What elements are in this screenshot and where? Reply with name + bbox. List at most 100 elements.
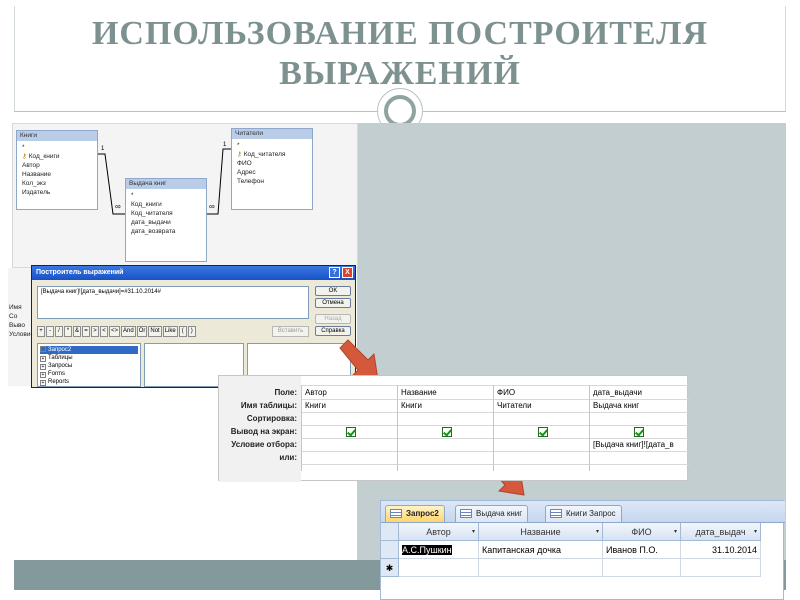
table-cell[interactable]: А.С.Пушкин bbox=[399, 541, 479, 559]
tree-item[interactable]: + Таблицы bbox=[40, 354, 138, 362]
field-item: Автор bbox=[22, 162, 40, 169]
field-item: Издатель bbox=[22, 189, 51, 196]
operator-button[interactable]: Like bbox=[162, 326, 178, 337]
field-cell[interactable]: дата_выдачи bbox=[593, 388, 688, 397]
table-books[interactable]: Книги * ⚷ Код_книги Автор Название Кол_эк… bbox=[16, 130, 98, 210]
sidebar-label: Со bbox=[9, 313, 18, 320]
field-cell[interactable]: Название bbox=[401, 388, 493, 397]
dropdown-icon[interactable]: ▾ bbox=[754, 523, 757, 541]
operator-button[interactable]: Or bbox=[136, 326, 148, 337]
query-design-grid: Поле: Имя таблицы: Сортировка: Вывод на … bbox=[218, 375, 689, 482]
operator-button[interactable]: + bbox=[37, 326, 45, 337]
table-cell[interactable] bbox=[603, 559, 681, 577]
table-cell[interactable]: Выдача книг bbox=[593, 401, 688, 410]
cancel-button[interactable]: Отмена bbox=[315, 298, 351, 308]
tab-books-query[interactable]: Книги Запрос bbox=[545, 505, 622, 522]
operator-button[interactable]: / bbox=[55, 326, 63, 337]
row-label-or: или: bbox=[279, 453, 297, 462]
dropdown-icon[interactable]: ▾ bbox=[674, 523, 677, 541]
field-cell[interactable]: Автор bbox=[305, 388, 397, 397]
expand-icon: + bbox=[40, 380, 46, 386]
operator-buttons: + - / * & = > < <> And Or Not Like ( ) bbox=[37, 326, 196, 337]
table-cell[interactable] bbox=[479, 559, 603, 577]
field-item: дата_выдачи bbox=[131, 219, 171, 226]
insert-button[interactable]: Вставить bbox=[272, 326, 309, 337]
select-all-corner[interactable] bbox=[381, 523, 399, 541]
field-item: Код_книги bbox=[131, 201, 162, 208]
query-column[interactable]: ФИО Читатели bbox=[493, 385, 589, 471]
relationships-diagram: 1 ∞ ∞ 1 Книги * ⚷ Код_книги Автор Названи… bbox=[12, 123, 358, 268]
tree-item[interactable]: Запрос2 bbox=[40, 346, 138, 354]
table-icon bbox=[460, 509, 472, 518]
criteria-cell[interactable]: [Выдача книг]![дата_в bbox=[593, 440, 688, 449]
folder-icon bbox=[40, 346, 46, 352]
dialog-title: Построитель выражений bbox=[36, 269, 124, 276]
row-labels: Поле: Имя таблицы: Сортировка: Вывод на … bbox=[219, 376, 301, 482]
row-label-field: Поле: bbox=[274, 388, 297, 397]
table-cell[interactable] bbox=[399, 559, 479, 577]
tab-issue[interactable]: Выдача книг bbox=[455, 505, 529, 522]
table-cell[interactable]: 31.10.2014 bbox=[681, 541, 761, 559]
dropdown-icon[interactable]: ▾ bbox=[472, 523, 475, 541]
help-button[interactable]: Справка bbox=[315, 326, 351, 336]
tree-item[interactable]: + Reports bbox=[40, 378, 138, 386]
title-rule-right bbox=[416, 111, 786, 112]
row-label-table: Имя таблицы: bbox=[240, 401, 297, 410]
new-record-icon[interactable]: ✱ bbox=[381, 559, 399, 577]
table-issue[interactable]: Выдача книг * Код_книги Код_читателя дат… bbox=[125, 178, 207, 262]
table-cell[interactable]: Иванов П.О. bbox=[603, 541, 681, 559]
field-item: * bbox=[131, 192, 134, 199]
operator-button[interactable]: <> bbox=[109, 326, 121, 337]
document-tabs: Запрос2 Выдача книг Книги Запрос bbox=[381, 501, 785, 523]
operator-button[interactable]: = bbox=[82, 326, 91, 337]
one-label-left: 1 bbox=[101, 146, 105, 152]
undo-button[interactable]: Назад bbox=[315, 314, 351, 324]
ok-button[interactable]: OK bbox=[315, 286, 351, 296]
table-cell[interactable]: Книги bbox=[401, 401, 493, 410]
table-cell[interactable]: Книги bbox=[305, 401, 397, 410]
query-column[interactable]: Название Книги bbox=[397, 385, 493, 471]
help-icon[interactable]: ? bbox=[329, 267, 340, 278]
table-cell[interactable] bbox=[681, 559, 761, 577]
field-item: Адрес bbox=[237, 169, 256, 176]
column-header[interactable]: дата_выдач ▾ bbox=[681, 523, 761, 541]
many-label-left: ∞ bbox=[115, 202, 121, 211]
table-issue-title: Выдача книг bbox=[126, 179, 206, 189]
title-rule-left bbox=[14, 111, 384, 112]
column-header[interactable]: Название ▾ bbox=[479, 523, 603, 541]
sidebar-label: Имя bbox=[9, 304, 22, 311]
operator-button[interactable]: ( bbox=[178, 326, 187, 337]
tree-item[interactable]: + Запросы bbox=[40, 362, 138, 370]
operator-button[interactable]: And bbox=[121, 326, 136, 337]
show-checkbox[interactable] bbox=[346, 427, 356, 437]
query-column[interactable]: дата_выдачи Выдача книг [Выдача книг]![д… bbox=[589, 385, 688, 471]
row-selector[interactable] bbox=[381, 541, 399, 559]
table-cell[interactable]: Читатели bbox=[497, 401, 589, 410]
field-item: * bbox=[237, 142, 240, 149]
column-header[interactable]: Автор ▾ bbox=[399, 523, 479, 541]
query-column[interactable]: Автор Книги bbox=[301, 385, 397, 471]
show-checkbox[interactable] bbox=[538, 427, 548, 437]
table-cell[interactable]: Капитанская дочка bbox=[479, 541, 603, 559]
field-cell[interactable]: ФИО bbox=[497, 388, 589, 397]
operator-button[interactable]: > bbox=[91, 326, 100, 337]
dropdown-icon[interactable]: ▾ bbox=[596, 523, 599, 541]
tree-item[interactable]: + Forms bbox=[40, 370, 138, 378]
operator-button[interactable]: ) bbox=[187, 326, 196, 337]
field-item: Кол_экз bbox=[22, 180, 46, 187]
show-checkbox[interactable] bbox=[442, 427, 452, 437]
operator-button[interactable]: & bbox=[73, 326, 82, 337]
tab-query2[interactable]: Запрос2 bbox=[385, 505, 445, 522]
expression-input[interactable]: [Выдача книг]![дата_выдачи]=#31.10.2014# bbox=[37, 286, 309, 319]
table-readers[interactable]: Читатели * ⚷ Код_читателя ФИО Адрес Телеф… bbox=[231, 128, 313, 210]
field-item-key: ⚷ Код_читателя bbox=[237, 151, 286, 158]
column-header[interactable]: ФИО ▾ bbox=[603, 523, 681, 541]
operator-button[interactable]: - bbox=[46, 326, 54, 337]
show-checkbox[interactable] bbox=[634, 427, 644, 437]
dialog-titlebar[interactable]: Построитель выражений ? X bbox=[32, 266, 355, 280]
field-item: Телефон bbox=[237, 178, 264, 185]
operator-button[interactable]: < bbox=[100, 326, 109, 337]
close-icon[interactable]: X bbox=[342, 267, 353, 278]
operator-button[interactable]: Not bbox=[148, 326, 162, 337]
operator-button[interactable]: * bbox=[64, 326, 72, 337]
